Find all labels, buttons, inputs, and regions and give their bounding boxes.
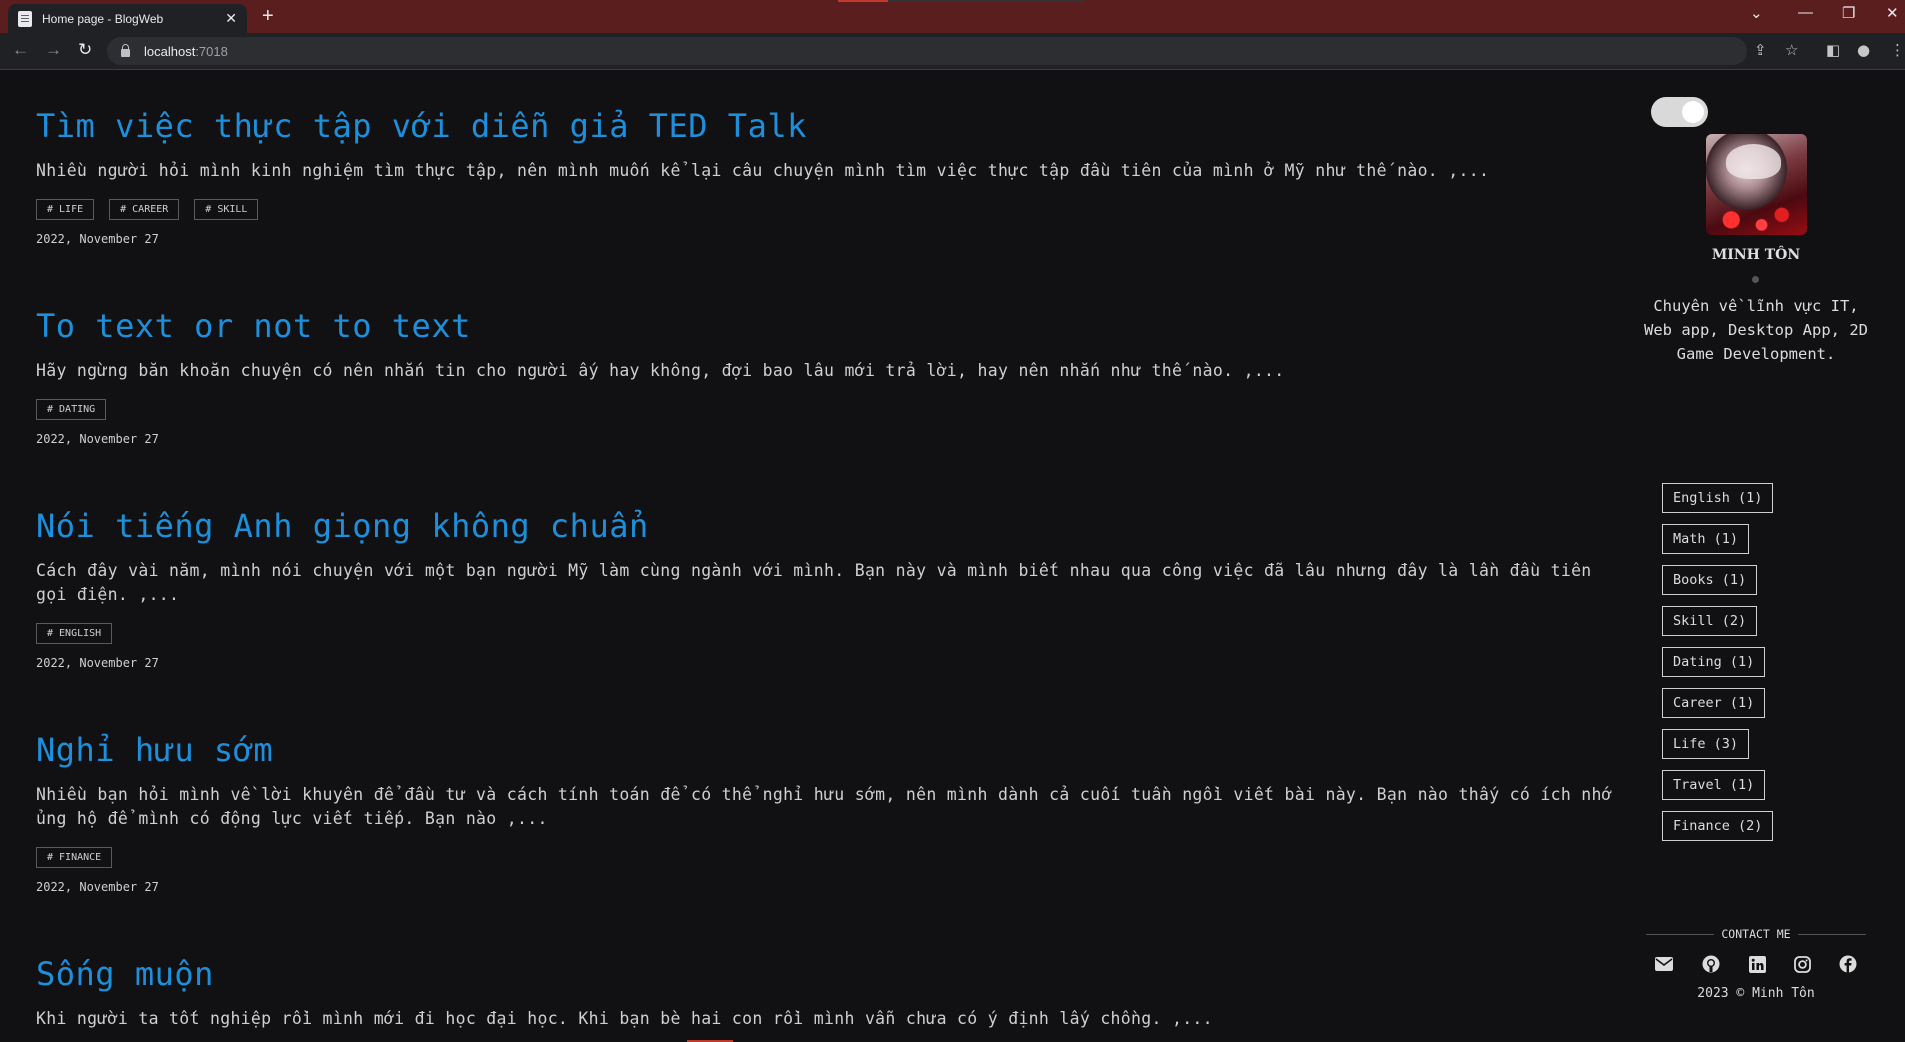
contact-divider-left [1646,934,1714,935]
reload-icon[interactable]: ↻ [78,40,92,60]
tab-close-icon[interactable]: ✕ [225,10,237,27]
category-life[interactable]: Life (3) [1662,729,1750,759]
bookmark-star-icon[interactable]: ☆ [1785,41,1798,59]
browser-toolbar: ← → ↻ localhost:7018 ⇪ ☆ ◧ ● ⋮ [0,33,1905,70]
category-english[interactable]: English (1) [1662,483,1774,513]
lock-icon [121,44,130,57]
tab-search-icon[interactable]: ⌄ [1750,4,1763,22]
forward-icon[interactable]: → [45,40,62,60]
address-bar[interactable]: localhost:7018 [107,37,1747,65]
post-card: Tìm việc thực tập với diễn giả TED Talk … [36,107,1616,246]
tab-strip-accent-dark [888,0,1083,2]
facebook-icon[interactable] [1838,954,1858,974]
blog-page: Tìm việc thực tập với diễn giả TED Talk … [0,70,1905,1042]
side-panel-icon[interactable]: ◧ [1826,41,1840,59]
contact-title: CONTACT ME [1721,927,1791,941]
post-title-link[interactable]: Nói tiếng Anh giọng không chuẩn [36,507,1616,545]
tag-career[interactable]: # CAREER [109,199,180,220]
category-career[interactable]: Career (1) [1662,688,1766,718]
profile-icon[interactable]: ● [1857,41,1870,59]
tag-english[interactable]: # ENGLISH [36,623,113,644]
post-excerpt: Khi người ta tốt nghiệp rồi mình mới đi … [36,1009,1213,1028]
post-title-link[interactable]: Sống muộn [36,955,1616,993]
post-title-link[interactable]: Tìm việc thực tập với diễn giả TED Talk [36,107,1616,145]
browser-tab-strip: Home page - BlogWeb ✕ + ⌄ — ❐ ✕ [0,0,1905,33]
profile-name: MINH TÔN [1711,247,1801,263]
profile-bio: Chuyên về lĩnh vực IT, Web app, Desktop … [1644,297,1868,363]
close-window-button[interactable]: ✕ [1886,4,1899,22]
post-title-link[interactable]: Nghỉ hưu sớm [36,731,1616,769]
page-icon [18,10,32,27]
post-excerpt: Nhiều bạn hỏi mình về lời khuyên để đầu … [36,785,1613,828]
new-tab-button[interactable]: + [262,5,274,28]
post-excerpt: Hãy ngừng băn khoăn chuyện có nên nhắn t… [36,361,1285,380]
maximize-button[interactable]: ❐ [1842,4,1855,22]
post-card: To text or not to text Hãy ngừng băn kho… [36,307,1616,446]
share-icon[interactable]: ⇪ [1754,41,1767,59]
category-skill[interactable]: Skill (2) [1662,606,1758,636]
category-travel[interactable]: Travel (1) [1662,770,1766,800]
post-card: Nghỉ hưu sớm Nhiều bạn hỏi mình về lời k… [36,731,1616,894]
post-tags: # DATING [36,399,1616,420]
post-tags: # FINANCE [36,847,1616,868]
url-text: localhost:7018 [144,43,228,59]
category-dating[interactable]: Dating (1) [1662,647,1766,677]
post-date: 2022, November 27 [36,232,159,246]
tab-strip-accent [838,0,888,2]
linkedin-icon[interactable] [1747,954,1767,974]
tag-finance[interactable]: # FINANCE [36,847,113,868]
category-finance[interactable]: Finance (2) [1662,811,1774,841]
category-math[interactable]: Math (1) [1662,524,1750,554]
profile-divider-dot [1752,276,1759,283]
avatar-artwork [1726,144,1781,179]
post-date: 2022, November 27 [36,656,159,670]
category-list: English (1) Math (1) Books (1) Skill (2)… [1662,483,1774,852]
minimize-button[interactable]: — [1798,4,1813,21]
copyright: 2023 © Minh Tôn [1697,986,1815,1001]
post-tags: # ENGLISH [36,623,1616,644]
post-title-link[interactable]: To text or not to text [36,307,1616,345]
mail-icon[interactable] [1654,954,1674,974]
github-icon[interactable] [1701,954,1721,974]
back-icon[interactable]: ← [12,40,29,60]
toggle-knob [1682,101,1704,123]
post-card: Nói tiếng Anh giọng không chuẩn Cách đây… [36,507,1616,670]
post-date: 2022, November 27 [36,432,159,446]
menu-icon[interactable]: ⋮ [1890,41,1905,59]
tag-dating[interactable]: # DATING [36,399,107,420]
category-books[interactable]: Books (1) [1662,565,1758,595]
theme-toggle[interactable] [1651,97,1708,127]
post-card: Sống muộn Khi người ta tốt nghiệp rồi mì… [36,955,1616,1031]
tab-title: Home page - BlogWeb [42,11,164,26]
browser-tab[interactable]: Home page - BlogWeb ✕ [8,4,247,33]
post-excerpt: Cách đây vài năm, mình nói chuyện với mộ… [36,561,1592,604]
instagram-icon[interactable] [1792,954,1812,974]
post-excerpt: Nhiều người hỏi mình kinh nghiệm tìm thự… [36,161,1490,180]
contact-divider-right [1798,934,1866,935]
post-tags: # LIFE # CAREER # SKILL [36,199,1616,220]
avatar [1706,134,1807,235]
post-date: 2022, November 27 [36,880,159,894]
tag-life[interactable]: # LIFE [36,199,95,220]
tag-skill[interactable]: # SKILL [194,199,259,220]
